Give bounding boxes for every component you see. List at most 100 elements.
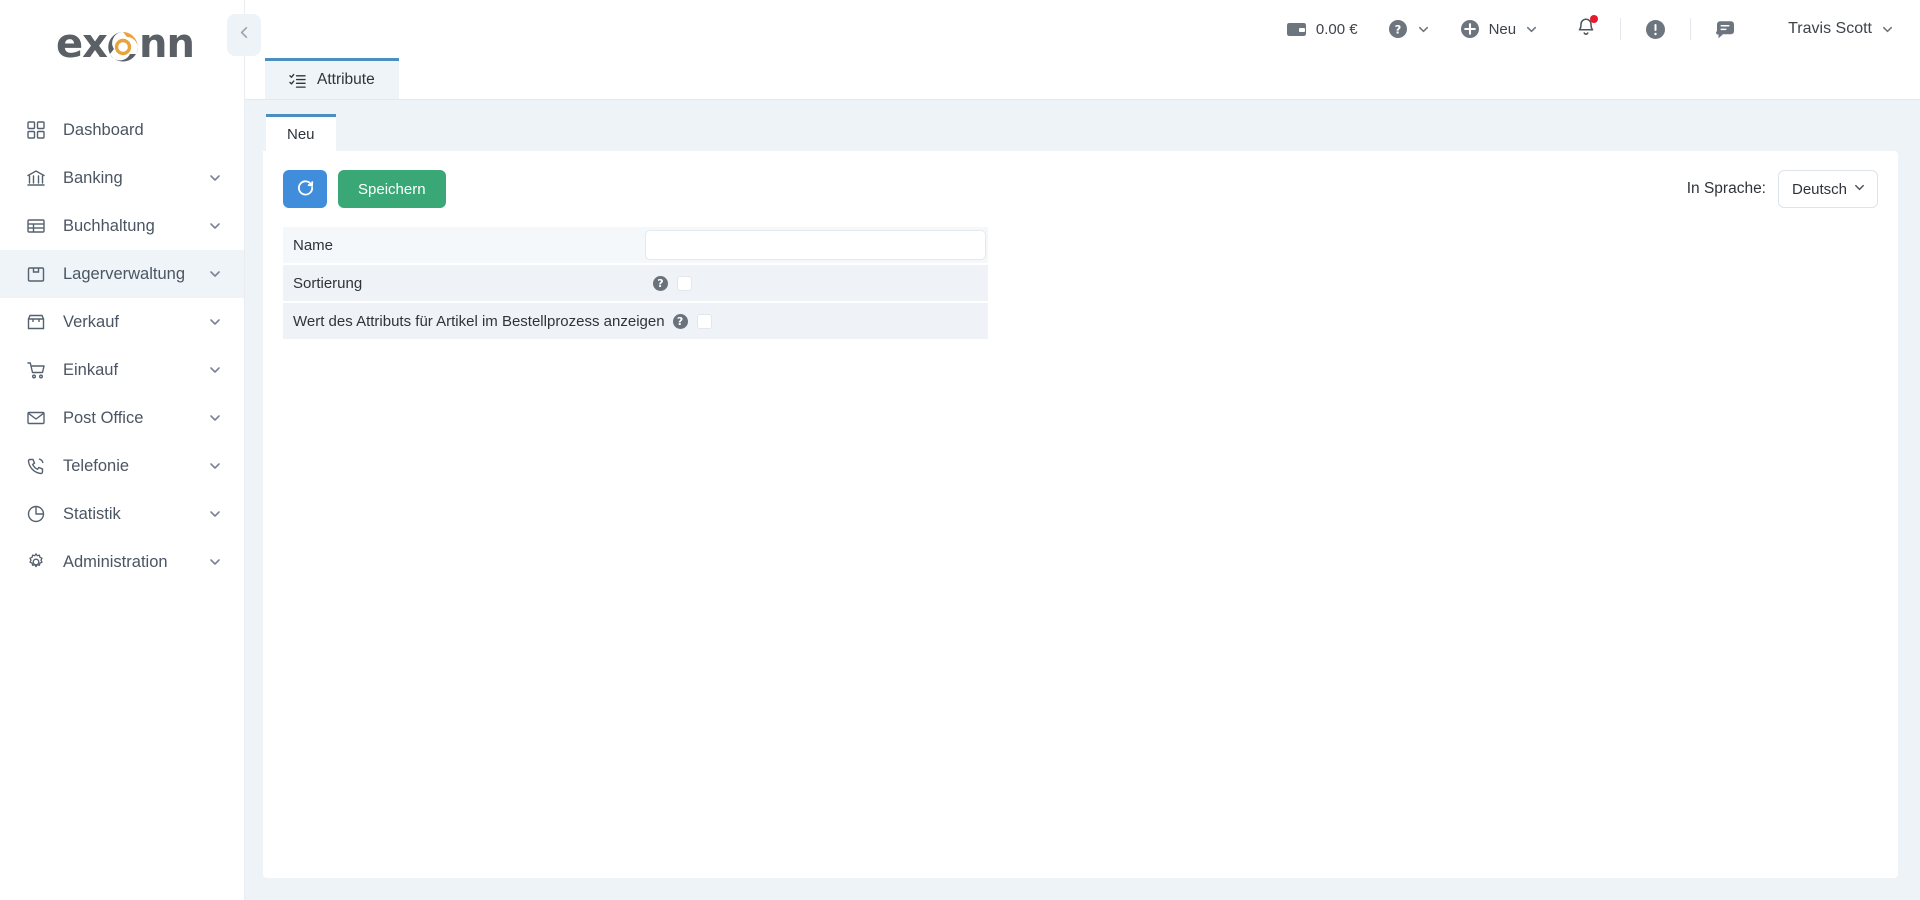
sidebar-item-label: Dashboard xyxy=(63,120,144,139)
content-area: Neu Speichern In Sprache: Deutsch Name S… xyxy=(245,100,1920,900)
chevron-down-icon xyxy=(208,411,222,425)
sidebar-item-label: Lagerverwaltung xyxy=(63,264,185,283)
language-label: In Sprache: xyxy=(1686,180,1766,197)
sortierung-checkbox[interactable] xyxy=(677,275,692,291)
question-circle-icon[interactable]: ? xyxy=(653,275,668,291)
chevron-down-icon xyxy=(208,315,222,329)
refresh-button[interactable] xyxy=(283,170,327,208)
chevron-down-icon xyxy=(208,555,222,569)
chevron-down-icon xyxy=(208,363,222,377)
form-label-show-attribute-value: Wert des Attributs für Artikel im Bestel… xyxy=(293,312,665,330)
gear-icon xyxy=(25,551,47,573)
cart-icon xyxy=(25,359,47,381)
exclamation-circle-icon xyxy=(1645,19,1666,40)
logo-swirl-icon xyxy=(103,27,143,67)
envelope-icon xyxy=(25,407,47,429)
sidebar-item-buchhaltung[interactable]: Buchhaltung xyxy=(0,202,244,250)
sidebar: ex nn Dashboard Banking Buchhaltung Lage… xyxy=(0,0,261,900)
sidebar-item-label: Administration xyxy=(63,552,168,571)
save-button[interactable]: Speichern xyxy=(338,170,446,208)
wallet-icon xyxy=(1286,20,1307,39)
sidebar-item-label: Banking xyxy=(63,168,123,187)
pie-chart-icon xyxy=(25,503,47,525)
sidebar-item-lagerverwaltung[interactable]: Lagerverwaltung xyxy=(0,250,244,298)
sidebar-item-label: Post Office xyxy=(63,408,144,427)
app-logo[interactable]: ex nn xyxy=(0,0,244,88)
svg-text:?: ? xyxy=(1394,22,1401,36)
chevron-down-icon xyxy=(208,171,222,185)
main-area: 0.00 € ? Neu Travis Scott Attribute Neu … xyxy=(245,0,1920,900)
form-row-show-attribute-value: Wert des Attributs für Artikel im Bestel… xyxy=(283,303,988,339)
language-select-value: Deutsch xyxy=(1792,180,1848,198)
sidebar-item-label: Einkauf xyxy=(63,360,119,379)
form-row-sortierung: Sortierung ? xyxy=(283,265,988,301)
refresh-icon xyxy=(296,178,315,201)
sidebar-item-dashboard[interactable]: Dashboard xyxy=(0,106,244,154)
sidebar-item-banking[interactable]: Banking xyxy=(0,154,244,202)
wallet-balance[interactable]: 0.00 € xyxy=(1286,20,1358,39)
chat-bubble-icon xyxy=(1715,19,1736,40)
chevron-down-icon xyxy=(208,507,222,521)
chevron-left-icon xyxy=(237,25,252,45)
sidebar-item-statistik[interactable]: Statistik xyxy=(0,490,244,538)
user-name-label: Travis Scott xyxy=(1788,20,1872,37)
sidebar-collapse-button[interactable] xyxy=(227,14,261,56)
wallet-balance-text: 0.00 € xyxy=(1315,20,1358,38)
logo-text-nn: nn xyxy=(138,21,195,67)
bank-icon xyxy=(25,167,47,189)
sidebar-item-telefonie[interactable]: Telefonie xyxy=(0,442,244,490)
subtab-label: Neu xyxy=(287,126,315,143)
chevron-down-icon xyxy=(208,267,222,281)
chevron-down-icon xyxy=(1853,181,1866,198)
topbar-divider xyxy=(1690,18,1692,40)
sidebar-item-label: Telefonie xyxy=(63,456,130,475)
tab-label: Attribute xyxy=(317,71,375,88)
user-menu[interactable]: Travis Scott xyxy=(1788,20,1894,38)
show-attribute-value-checkbox[interactable] xyxy=(696,313,712,329)
tab-strip: Attribute xyxy=(245,58,1920,100)
alerts-button[interactable] xyxy=(1645,19,1666,40)
sidebar-item-einkauf[interactable]: Einkauf xyxy=(0,346,244,394)
plus-circle-icon xyxy=(1460,19,1480,39)
help-menu-button[interactable]: ? xyxy=(1388,19,1430,39)
chevron-down-icon xyxy=(1417,23,1430,36)
name-input[interactable] xyxy=(645,230,986,260)
logo-text-ex: ex xyxy=(56,21,108,67)
chevron-down-icon xyxy=(1525,23,1538,36)
sidebar-item-administration[interactable]: Administration xyxy=(0,538,244,586)
store-icon xyxy=(25,311,47,333)
new-menu-label: Neu xyxy=(1488,20,1517,38)
phone-icon xyxy=(25,455,47,477)
checklist-icon xyxy=(289,72,306,89)
tab-attribute[interactable]: Attribute xyxy=(265,58,399,99)
sidebar-item-verkauf[interactable]: Verkauf xyxy=(0,298,244,346)
question-circle-icon: ? xyxy=(1388,19,1408,39)
chevron-down-icon xyxy=(1881,23,1894,36)
topbar-divider xyxy=(1620,18,1622,40)
form-toolbar: Speichern In Sprache: Deutsch xyxy=(283,169,1878,209)
sidebar-item-label: Buchhaltung xyxy=(63,216,155,235)
subtab-neu[interactable]: Neu xyxy=(266,114,336,151)
messages-button[interactable] xyxy=(1715,19,1736,40)
question-circle-icon[interactable]: ? xyxy=(672,313,688,329)
chevron-down-icon xyxy=(208,219,222,233)
top-bar: 0.00 € ? Neu Travis Scott xyxy=(245,0,1920,58)
ledger-icon xyxy=(25,215,47,237)
chevron-down-icon xyxy=(208,459,222,473)
new-menu-button[interactable]: Neu xyxy=(1460,19,1539,39)
language-select[interactable]: Deutsch xyxy=(1778,170,1878,208)
notifications-button[interactable] xyxy=(1576,15,1599,42)
grid-icon xyxy=(25,119,47,141)
attribute-form: Name Sortierung ? Wert des Attributs für… xyxy=(283,227,988,339)
form-row-name: Name xyxy=(283,227,988,263)
bell-icon xyxy=(1576,18,1596,41)
sidebar-item-label: Verkauf xyxy=(63,312,119,331)
sidebar-item-label: Statistik xyxy=(63,504,121,523)
sidebar-item-post-office[interactable]: Post Office xyxy=(0,394,244,442)
sidebar-nav: Dashboard Banking Buchhaltung Lagerverwa… xyxy=(0,106,244,586)
notification-badge xyxy=(1590,15,1599,23)
box-icon xyxy=(25,263,47,285)
form-label-name: Name xyxy=(293,236,334,254)
form-label-sortierung: Sortierung xyxy=(293,274,363,292)
sub-tab-strip: Neu xyxy=(263,114,1898,151)
